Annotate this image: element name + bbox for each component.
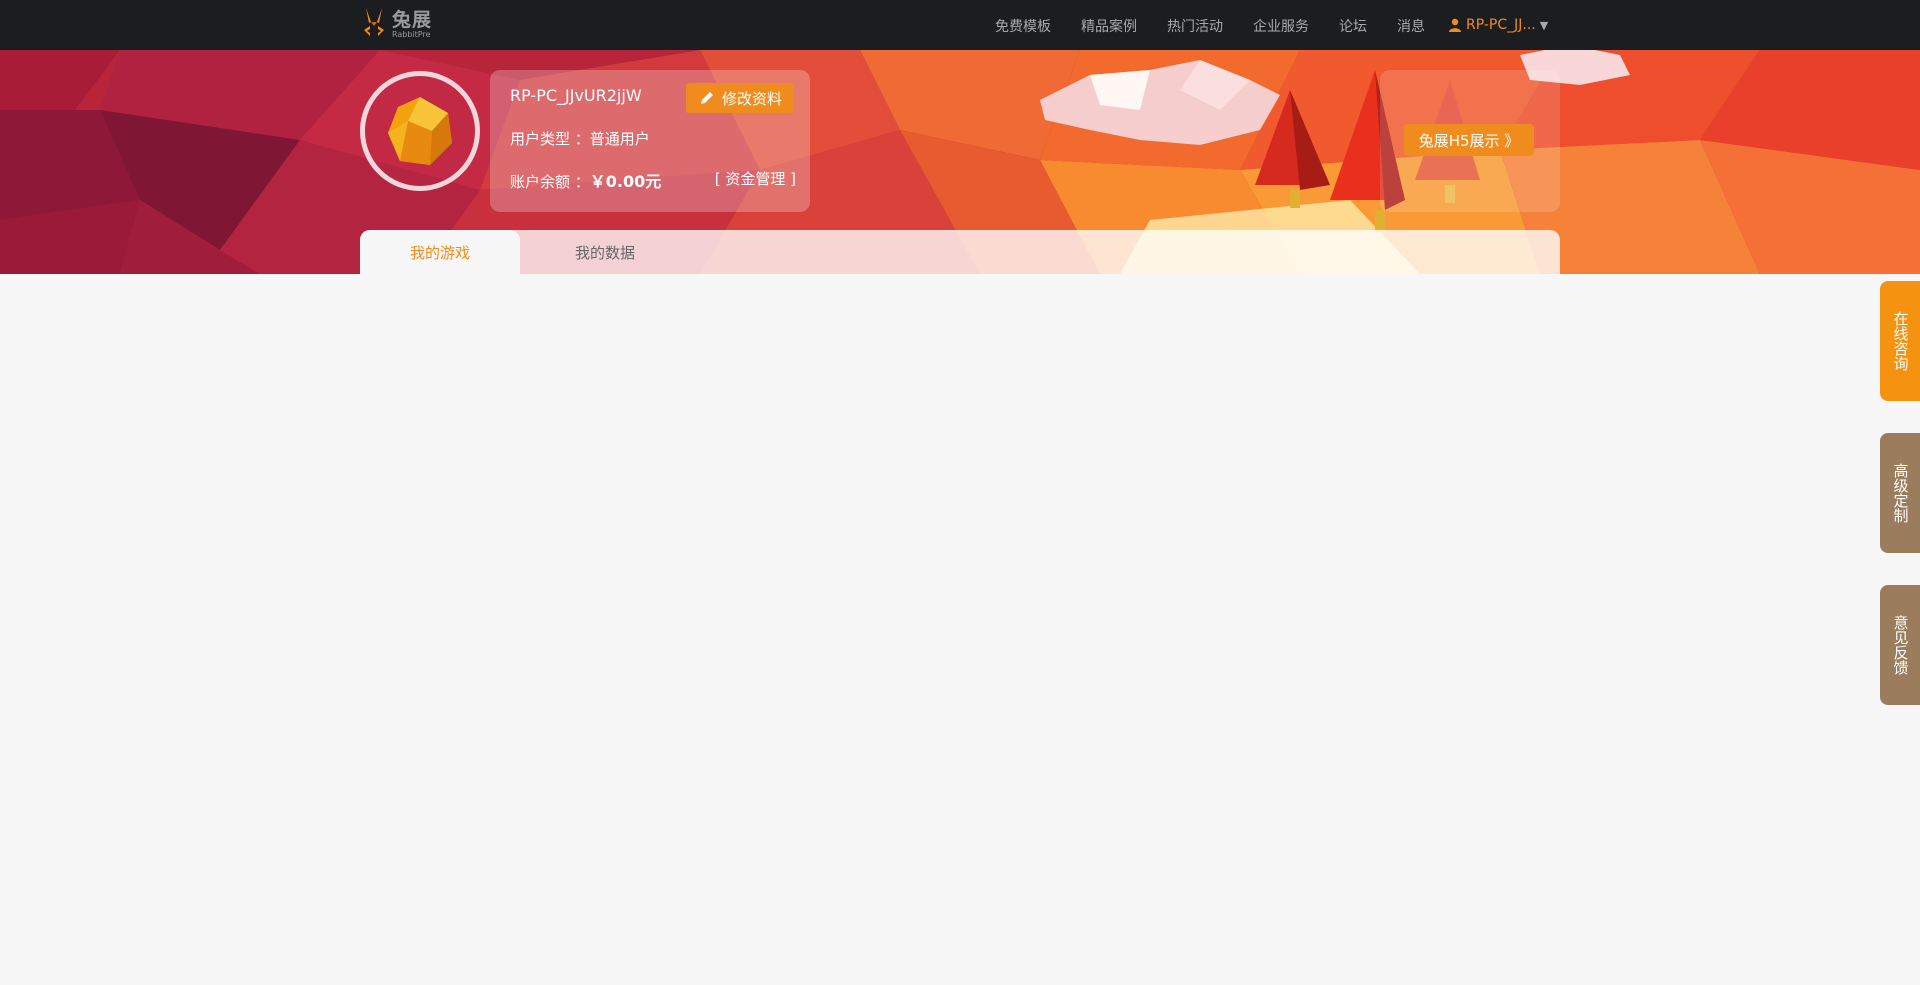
nav-link-free-templates[interactable]: 免费模板 [995, 16, 1051, 36]
logo-text-en: RabbitPre [392, 30, 431, 39]
nav-link-featured-cases[interactable]: 精品案例 [1081, 16, 1137, 36]
balance-value: ￥0.00元 [589, 172, 662, 191]
balance-row: 账户余额 ：￥0.00元 [510, 168, 661, 192]
nav-link-messages[interactable]: 消息 [1397, 16, 1425, 36]
rabbit-logo-icon [364, 8, 384, 36]
user-type-value: 普通用户 [589, 130, 650, 148]
nav-link-enterprise[interactable]: 企业服务 [1253, 16, 1309, 36]
avatar-gem-icon [388, 97, 452, 165]
h5-showcase-button[interactable]: 兔展H5展示 》 [1404, 124, 1534, 156]
top-navbar: 兔展 RabbitPre 免费模板 精品案例 热门活动 企业服务 论坛 消息 R… [0, 0, 1920, 50]
tab-my-data[interactable]: 我的数据 [525, 230, 685, 274]
feedback-button[interactable]: 意见反馈 [1880, 585, 1920, 705]
logo-text-cn: 兔展 [392, 9, 433, 31]
advanced-custom-button[interactable]: 高级定制 [1880, 433, 1920, 553]
tab-my-games[interactable]: 我的游戏 [360, 230, 520, 274]
nav-link-hot-events[interactable]: 热门活动 [1167, 16, 1223, 36]
tab-bar: 我的游戏 我的数据 [360, 230, 1560, 274]
chevron-down-icon: ▼ [1539, 18, 1549, 32]
person-icon [1449, 18, 1461, 32]
user-menu[interactable]: RP-PC_JJ... ▼ [1448, 0, 1548, 50]
user-type-label: 用户类型 ： [510, 130, 590, 148]
profile-username: RP-PC_JJvUR2jjW [510, 86, 642, 105]
online-consult-button[interactable]: 在线咨询 [1880, 281, 1920, 401]
edit-profile-button[interactable]: 修改资料 [686, 83, 794, 113]
balance-label: 账户余额 ： [510, 173, 590, 191]
fund-management-link[interactable]: [ 资金管理 ] [715, 168, 796, 189]
nav-link-forum[interactable]: 论坛 [1339, 16, 1367, 36]
user-menu-name: RP-PC_JJ... [1466, 17, 1536, 33]
pencil-icon [700, 92, 713, 104]
profile-card: RP-PC_JJvUR2jjW 修改资料 用户类型 ：普通用户 账户余额 ：￥0… [490, 70, 810, 212]
user-type-row: 用户类型 ：普通用户 [510, 128, 650, 149]
user-avatar[interactable] [360, 71, 480, 191]
edit-profile-label: 修改资料 [721, 89, 782, 108]
h5-showcase-panel: 兔展H5展示 》 [1380, 70, 1560, 212]
rabbitpre-logo[interactable]: 兔展 RabbitPre [360, 6, 440, 44]
